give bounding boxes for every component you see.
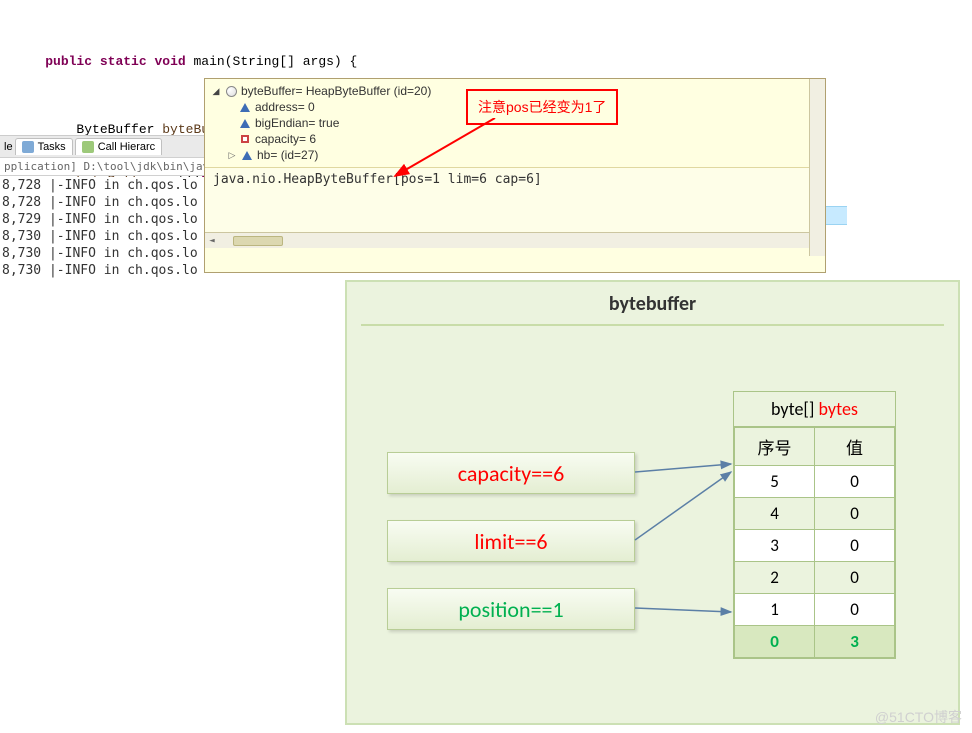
divider <box>361 324 944 326</box>
bytes-table: byte[] bytes 序号 值 50 40 30 20 10 03 <box>733 391 896 659</box>
log-line: 8,730 |-INFO in ch.qos.lo <box>2 228 220 245</box>
tree-label: capacity= 6 <box>255 132 316 146</box>
limit-box: limit==6 <box>387 520 635 562</box>
table-row: 10 <box>735 594 895 626</box>
tree-row[interactable]: ▷ hb= (id=27) <box>211 147 819 163</box>
col-index: 序号 <box>735 428 815 466</box>
table-row: 40 <box>735 498 895 530</box>
annotation-callout: 注意pos已经变为1了 <box>466 89 618 125</box>
table-row: 20 <box>735 562 895 594</box>
capacity-box: capacity==6 <box>387 452 635 494</box>
field-icon <box>239 117 251 129</box>
tab-fragment: le <box>4 141 13 153</box>
log-output[interactable]: 8,728 |-INFO in ch.qos.lo 8,728 |-INFO i… <box>0 177 220 279</box>
hdr-text-b: bytes <box>819 398 858 420</box>
tree-label: address= 0 <box>255 100 315 114</box>
tab-label: Tasks <box>38 141 66 153</box>
bytebuffer-diagram: bytebuffer capacity==6 limit==6 position… <box>345 280 960 725</box>
tabs-row: le Tasks Call Hierarc <box>0 136 210 158</box>
annotation-arrow <box>390 118 500 178</box>
field-icon <box>239 133 251 145</box>
expand-icon[interactable]: ◢ <box>211 86 221 97</box>
tabs-panel: le Tasks Call Hierarc pplication] D:\too… <box>0 135 210 176</box>
vertical-scrollbar[interactable] <box>809 79 825 256</box>
position-box: position==1 <box>387 588 635 630</box>
method-params: (String[] args) { <box>225 54 358 69</box>
limit-label: limit==6 <box>474 528 547 555</box>
connector-arrows <box>635 432 735 632</box>
kw-void: void <box>154 54 185 69</box>
call-hierarchy-icon <box>82 141 94 153</box>
tree-label: hb= (id=27) <box>257 148 318 162</box>
log-line: 8,730 |-INFO in ch.qos.lo <box>2 245 220 262</box>
capacity-label: capacity==6 <box>458 460 565 487</box>
hdr-text-a: byte[] <box>771 398 819 420</box>
method-name: main <box>194 54 225 69</box>
tasks-icon <box>22 141 34 153</box>
table-row: 50 <box>735 466 895 498</box>
expand-icon[interactable]: ▷ <box>227 150 237 161</box>
run-config-status: pplication] D:\tool\jdk\bin\javaw.e <box>0 158 210 176</box>
tree-label: byteBuffer= HeapByteBuffer (id=20) <box>241 84 431 98</box>
tab-label: Call Hierarc <box>98 141 155 153</box>
bytes-table-grid: 序号 值 50 40 30 20 10 03 <box>734 427 895 658</box>
log-line: 8,729 |-INFO in ch.qos.lo <box>2 211 220 228</box>
tree-row[interactable]: capacity= 6 <box>211 131 819 147</box>
tree-label: bigEndian= true <box>255 116 339 130</box>
diagram-title: bytebuffer <box>347 292 958 316</box>
kw-public: public <box>45 54 92 69</box>
kw-static: static <box>100 54 147 69</box>
field-icon <box>239 101 251 113</box>
tab-tasks[interactable]: Tasks <box>15 138 73 155</box>
log-line: 8,730 |-INFO in ch.qos.lo <box>2 262 220 279</box>
debug-output: java.nio.HeapByteBuffer[pos=1 lim=6 cap=… <box>205 168 825 248</box>
field-icon <box>241 149 253 161</box>
table-header-row: 序号 值 <box>735 428 895 466</box>
horizontal-scrollbar[interactable]: ◄ ► <box>205 232 825 248</box>
tab-call-hierarchy[interactable]: Call Hierarc <box>75 138 162 155</box>
scroll-thumb[interactable] <box>233 236 283 246</box>
table-row: 30 <box>735 530 895 562</box>
log-line: 8,728 |-INFO in ch.qos.lo <box>2 177 220 194</box>
col-value: 值 <box>815 428 895 466</box>
log-line: 8,728 |-INFO in ch.qos.lo <box>2 194 220 211</box>
position-label: position==1 <box>458 596 563 623</box>
variable-icon <box>225 85 237 97</box>
table-row-active: 03 <box>735 626 895 658</box>
scroll-left-icon[interactable]: ◄ <box>205 236 219 246</box>
watermark: @51CTO博客 <box>875 707 962 727</box>
bytes-table-header: byte[] bytes <box>734 392 895 427</box>
